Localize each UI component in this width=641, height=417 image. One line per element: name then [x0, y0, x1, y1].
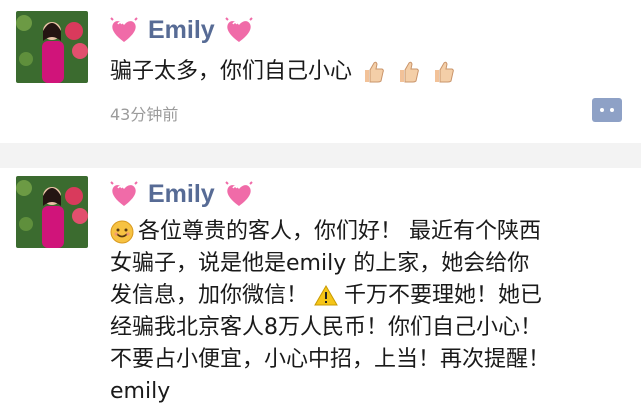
author-name[interactable]: Emily: [148, 180, 215, 209]
timestamp: 43分钟前: [110, 105, 179, 124]
text-line: emily: [110, 376, 550, 408]
thumbs-up-icon: [435, 61, 454, 83]
post-line: 经骗我北京客人8万人民币！你们自己小心！: [110, 315, 542, 340]
sparkle-heart-icon: [224, 181, 253, 206]
avatar[interactable]: [16, 176, 88, 248]
thumbs-up-icon: [365, 61, 384, 83]
sparkle-heart-icon: [224, 17, 253, 42]
post-line: 女骗子，说是他是emily 的上家，她会给你: [110, 251, 530, 276]
dot-icon: [600, 108, 604, 112]
avatar-photo: [16, 11, 88, 83]
post-line: 千万不要理她！她已: [344, 283, 543, 308]
text-line: 发信息，加你微信！ 千万不要理她！她已: [110, 280, 550, 312]
text-line: 不要占小便宜，小心中招，上当！再次提醒！: [110, 344, 550, 376]
warning-icon: [314, 285, 338, 306]
post-text: 骗子太多，你们自己小心: [110, 55, 457, 89]
text-line: 各位尊贵的客人，你们好！ 最近有个陕西: [110, 216, 550, 248]
post-line: 各位尊贵的客人，你们好！ 最近有个陕西: [138, 219, 541, 244]
moment-post: Emily 骗子太多，你们自己小心 43分钟前: [0, 0, 641, 143]
post-line: 不要占小便宜，小心中招，上当！再次提醒！: [110, 347, 551, 372]
sparkle-heart-icon: [110, 181, 138, 206]
post-separator: [0, 143, 641, 168]
author-row: Emily: [108, 12, 255, 48]
avatar[interactable]: [16, 11, 88, 83]
text-line: 女骗子，说是他是emily 的上家，她会给你: [110, 248, 550, 280]
dot-icon: [610, 108, 614, 112]
moment-post: Emily 各位尊贵的客人，你们好！ 最近有个陕西 女骗子，说是他是emily …: [0, 168, 641, 417]
comment-button[interactable]: [592, 98, 622, 122]
thumbs-up-icon: [400, 61, 419, 83]
avatar-photo: [16, 176, 88, 248]
author-row: Emily: [108, 176, 255, 212]
post-line: 发信息，加你微信！: [110, 283, 309, 308]
author-name[interactable]: Emily: [148, 16, 215, 45]
post-text: 各位尊贵的客人，你们好！ 最近有个陕西 女骗子，说是他是emily 的上家，她会…: [110, 216, 550, 408]
text-line: 经骗我北京客人8万人民币！你们自己小心！: [110, 312, 550, 344]
post-body: 骗子太多，你们自己小心: [110, 59, 353, 84]
smile-icon: [110, 220, 134, 244]
moments-feed: Emily 骗子太多，你们自己小心 43分钟前 Emily 各位尊贵的客人，你们…: [0, 0, 641, 417]
sparkle-heart-icon: [110, 17, 138, 42]
post-line: emily: [110, 379, 171, 404]
